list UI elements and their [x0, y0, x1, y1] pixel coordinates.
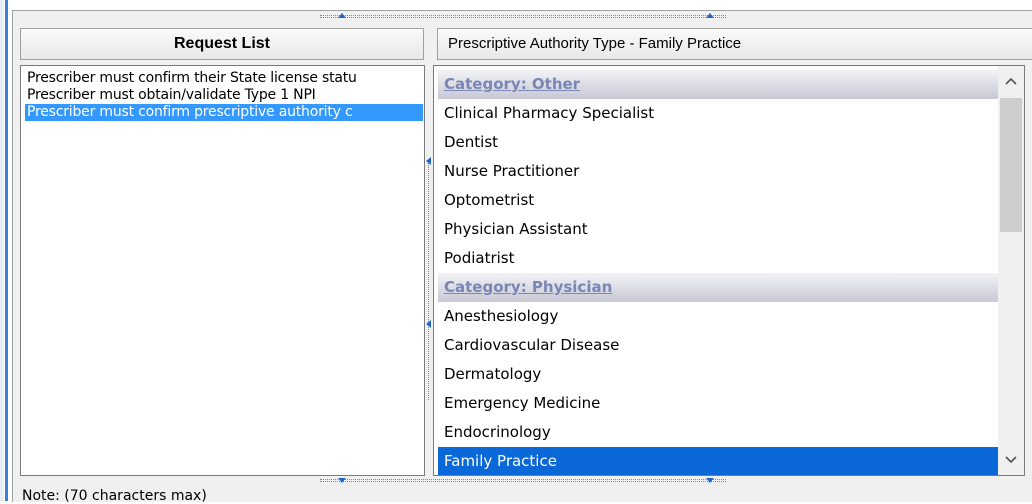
list-item[interactable]: Endocrinology: [438, 418, 998, 447]
list-item[interactable]: Nurse Practitioner: [438, 157, 998, 186]
bottom-splitter-left-arrow-icon[interactable]: [338, 478, 346, 483]
request-list[interactable]: Prescriber must confirm their State lice…: [20, 65, 425, 476]
vertical-scrollbar[interactable]: [998, 66, 1024, 475]
category-header-physician: Category: Physician: [438, 273, 998, 302]
list-item[interactable]: Dentist: [438, 128, 998, 157]
bottom-splitter-bar[interactable]: [320, 479, 726, 482]
request-list-header[interactable]: Request List: [20, 28, 424, 60]
list-item[interactable]: Dermatology: [438, 360, 998, 389]
top-splitter-right-arrow-icon[interactable]: [706, 13, 714, 18]
vertical-splitter-bar[interactable]: [428, 160, 431, 400]
list-item[interactable]: Clinical Pharmacy Specialist: [438, 99, 998, 128]
request-item-prescriptive-authority[interactable]: Prescriber must confirm prescriptive aut…: [25, 104, 423, 121]
scrollbar-thumb[interactable]: [1000, 98, 1022, 232]
list-item[interactable]: Cardiovascular Disease: [438, 331, 998, 360]
list-item[interactable]: Podiatrist: [438, 244, 998, 273]
chevron-up-icon[interactable]: [998, 68, 1024, 94]
top-splitter-bar[interactable]: [320, 15, 726, 18]
list-item-selected[interactable]: Family Practice: [438, 447, 998, 475]
authority-type-list[interactable]: Category: Other Clinical Pharmacy Specia…: [433, 65, 1025, 476]
chevron-down-icon[interactable]: [998, 447, 1024, 473]
list-item[interactable]: Emergency Medicine: [438, 389, 998, 418]
list-item[interactable]: Optometrist: [438, 186, 998, 215]
bottom-splitter-right-arrow-icon[interactable]: [706, 478, 714, 483]
list-item[interactable]: Anesthesiology: [438, 302, 998, 331]
category-header-other: Category: Other: [438, 70, 998, 99]
vertical-splitter[interactable]: [424, 65, 433, 475]
vertical-splitter-top-arrow-icon[interactable]: [426, 157, 431, 165]
vertical-splitter-bottom-arrow-icon[interactable]: [426, 320, 431, 328]
top-splitter-left-arrow-icon[interactable]: [338, 13, 346, 18]
top-splitter[interactable]: [320, 12, 726, 21]
request-item-state-license[interactable]: Prescriber must confirm their State lice…: [27, 70, 357, 87]
window-accent-line: [5, 0, 8, 501]
bottom-splitter[interactable]: [320, 476, 726, 485]
list-item[interactable]: Physician Assistant: [438, 215, 998, 244]
request-item-npi[interactable]: Prescriber must obtain/validate Type 1 N…: [27, 87, 316, 104]
window-left-edge: [0, 0, 4, 501]
note-label: Note: (70 characters max): [22, 488, 207, 504]
authority-type-header[interactable]: Prescriptive Authority Type - Family Pra…: [437, 28, 1032, 60]
